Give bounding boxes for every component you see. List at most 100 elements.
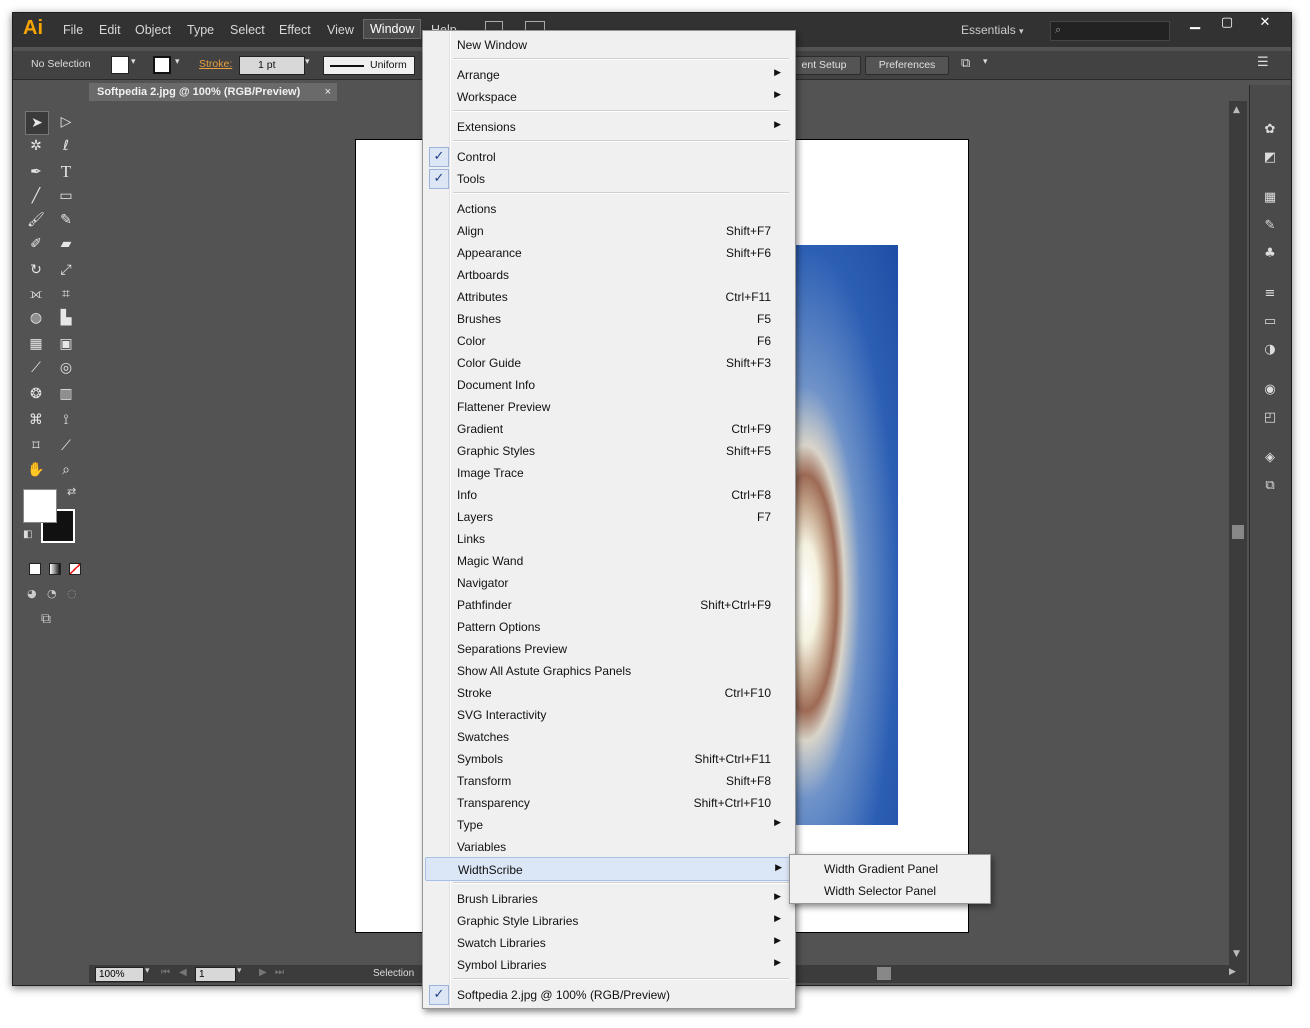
search-input[interactable]: ⌕	[1050, 21, 1170, 41]
eyedropper-icon[interactable]: ⟋	[25, 357, 47, 379]
free-transform-icon[interactable]: ⌗	[55, 283, 77, 305]
menu-item-tools[interactable]: ✓ Tools	[425, 167, 791, 189]
menu-item-symbols[interactable]: Symbols Shift+Ctrl+F11	[425, 747, 791, 769]
menu-item-show-all-astute-graphics-panels[interactable]: Show All Astute Graphics Panels	[425, 659, 791, 681]
mesh-icon[interactable]: ▦	[25, 333, 47, 355]
menu-item-stroke[interactable]: Stroke Ctrl+F10	[425, 681, 791, 703]
document-setup-button[interactable]: ent Setup	[787, 56, 861, 75]
gradient-mode-icon[interactable]	[49, 563, 61, 575]
appearance-icon[interactable]: ◉	[1258, 381, 1282, 399]
knife-icon[interactable]: ⟋	[55, 435, 77, 457]
first-artboard-icon[interactable]: ⏮	[161, 967, 170, 978]
rotate-icon[interactable]: ↻	[25, 259, 47, 281]
width-icon[interactable]: ⟗	[25, 283, 47, 305]
menu-item-new-window[interactable]: New Window	[425, 33, 791, 55]
draw-inside-icon[interactable]: ◌	[67, 587, 77, 600]
scroll-right-icon[interactable]: ▶	[1229, 967, 1236, 977]
menu-edit[interactable]: Edit	[99, 23, 121, 37]
close-tab-icon[interactable]: ×	[325, 83, 331, 101]
menu-item-svg-interactivity[interactable]: SVG Interactivity	[425, 703, 791, 725]
menu-type[interactable]: Type	[187, 23, 214, 37]
select-similar-icon[interactable]: ⧉	[961, 56, 970, 71]
blob-brush-icon[interactable]: ✐	[25, 233, 47, 255]
crop-icon[interactable]: ⌑	[25, 435, 47, 457]
maximize-button[interactable]: ▢	[1211, 13, 1243, 33]
menu-item-graphic-styles[interactable]: Graphic Styles Shift+F5	[425, 439, 791, 461]
horizontal-scroll-thumb[interactable]	[877, 967, 891, 980]
workspace-switcher[interactable]: Essentials ▾	[961, 23, 1024, 37]
menu-item-widthscribe[interactable]: WidthScribe ▶	[425, 857, 793, 881]
swap-colors-icon[interactable]: ⇄	[67, 485, 76, 498]
menu-item-transparency[interactable]: Transparency Shift+Ctrl+F10	[425, 791, 791, 813]
menu-item-pathfinder[interactable]: Pathfinder Shift+Ctrl+F9	[425, 593, 791, 615]
menu-item-symbol-libraries[interactable]: Symbol Libraries ▶	[425, 953, 791, 975]
menu-item-appearance[interactable]: Appearance Shift+F6	[425, 241, 791, 263]
menu-item-links[interactable]: Links	[425, 527, 791, 549]
gradient-icon[interactable]: ▣	[55, 333, 77, 355]
vertical-scrollbar[interactable]: ▲ ▼	[1229, 101, 1247, 965]
line-icon[interactable]: ╱	[25, 185, 47, 207]
artboard-icon[interactable]: ⌘	[25, 409, 47, 431]
graphic-styles-icon[interactable]: ◰	[1258, 409, 1282, 427]
width-gradient-panel-item[interactable]: Width Gradient Panel	[824, 862, 938, 876]
fill-swatch[interactable]	[111, 56, 129, 74]
menu-item-arrange[interactable]: Arrange ▶	[425, 63, 791, 85]
magic-wand-icon[interactable]: ✲	[25, 135, 47, 157]
menu-item-attributes[interactable]: Attributes Ctrl+F11	[425, 285, 791, 307]
fill-dropdown-icon[interactable]: ▾	[131, 57, 136, 67]
menu-item-graphic-style-libraries[interactable]: Graphic Style Libraries ▶	[425, 909, 791, 931]
direct-selection-icon[interactable]: ▷	[55, 111, 77, 133]
menu-item-artboards[interactable]: Artboards	[425, 263, 791, 285]
menu-item-separations-preview[interactable]: Separations Preview	[425, 637, 791, 659]
none-mode-icon[interactable]	[69, 563, 81, 575]
paintbrush-icon[interactable]: 🖌	[25, 209, 47, 231]
menu-item-align[interactable]: Align Shift+F7	[425, 219, 791, 241]
zoom-field[interactable]: 100%	[95, 967, 144, 982]
menu-item-brush-libraries[interactable]: Brush Libraries ▶	[425, 887, 791, 909]
menu-item-brushes[interactable]: Brushes F5	[425, 307, 791, 329]
minimize-button[interactable]: ▁	[1179, 13, 1211, 33]
column-graph-icon[interactable]: ▥	[55, 383, 77, 405]
brushes-icon[interactable]: ✎	[1258, 217, 1282, 235]
panel-menu-icon[interactable]: ☰	[1257, 55, 1269, 70]
default-colors-icon[interactable]: ◧	[23, 529, 32, 540]
menu-item-type[interactable]: Type ▶	[425, 813, 791, 835]
menu-item-softpedia-2-jpg-100-rgb-preview[interactable]: ✓ Softpedia 2.jpg @ 100% (RGB/Preview)	[425, 983, 791, 1005]
document-tab[interactable]: Softpedia 2.jpg @ 100% (RGB/Preview) ×	[89, 83, 337, 101]
select-similar-dropdown-icon[interactable]: ▾	[983, 57, 988, 67]
menu-item-layers[interactable]: Layers F7	[425, 505, 791, 527]
lasso-icon[interactable]: ℓ	[55, 135, 77, 157]
menu-view[interactable]: View	[327, 23, 354, 37]
preferences-button[interactable]: Preferences	[865, 56, 949, 75]
placed-image[interactable]	[795, 245, 898, 825]
menu-item-swatch-libraries[interactable]: Swatch Libraries ▶	[425, 931, 791, 953]
swatches-icon[interactable]: ▦	[1258, 189, 1282, 207]
scroll-thumb[interactable]	[1232, 525, 1244, 539]
zoom-dropdown-icon[interactable]: ▾	[145, 966, 150, 976]
menu-select[interactable]: Select	[230, 23, 265, 37]
menu-item-image-trace[interactable]: Image Trace	[425, 461, 791, 483]
eraser-icon[interactable]: ▰	[55, 233, 77, 255]
menu-item-document-info[interactable]: Document Info	[425, 373, 791, 395]
perspective-grid-icon[interactable]: ▙	[55, 307, 77, 329]
menu-object[interactable]: Object	[135, 23, 171, 37]
next-artboard-icon[interactable]: ▶	[259, 967, 267, 978]
stroke-weight-dropdown-icon[interactable]: ▾	[305, 57, 310, 67]
draw-normal-icon[interactable]: ◕	[27, 587, 37, 600]
fill-color-box[interactable]	[23, 489, 57, 523]
gradient-icon[interactable]: ▭	[1258, 313, 1282, 331]
shape-builder-icon[interactable]: ◍	[25, 307, 47, 329]
screen-mode-icon[interactable]: ⧉	[41, 611, 51, 627]
close-button[interactable]: ✕	[1245, 13, 1285, 33]
stroke-weight-input[interactable]: 1 pt	[239, 56, 305, 75]
menu-file[interactable]: File	[63, 23, 83, 37]
artboard-number-field[interactable]: 1	[195, 967, 236, 982]
width-selector-panel-item[interactable]: Width Selector Panel	[824, 884, 936, 898]
menu-item-transform[interactable]: Transform Shift+F8	[425, 769, 791, 791]
menu-effect[interactable]: Effect	[279, 23, 311, 37]
last-artboard-icon[interactable]: ⏭	[275, 967, 284, 978]
menu-item-workspace[interactable]: Workspace ▶	[425, 85, 791, 107]
menu-item-variables[interactable]: Variables	[425, 835, 791, 857]
scroll-down-icon[interactable]: ▼	[1233, 949, 1240, 959]
symbols-icon[interactable]: ♣	[1258, 245, 1282, 263]
